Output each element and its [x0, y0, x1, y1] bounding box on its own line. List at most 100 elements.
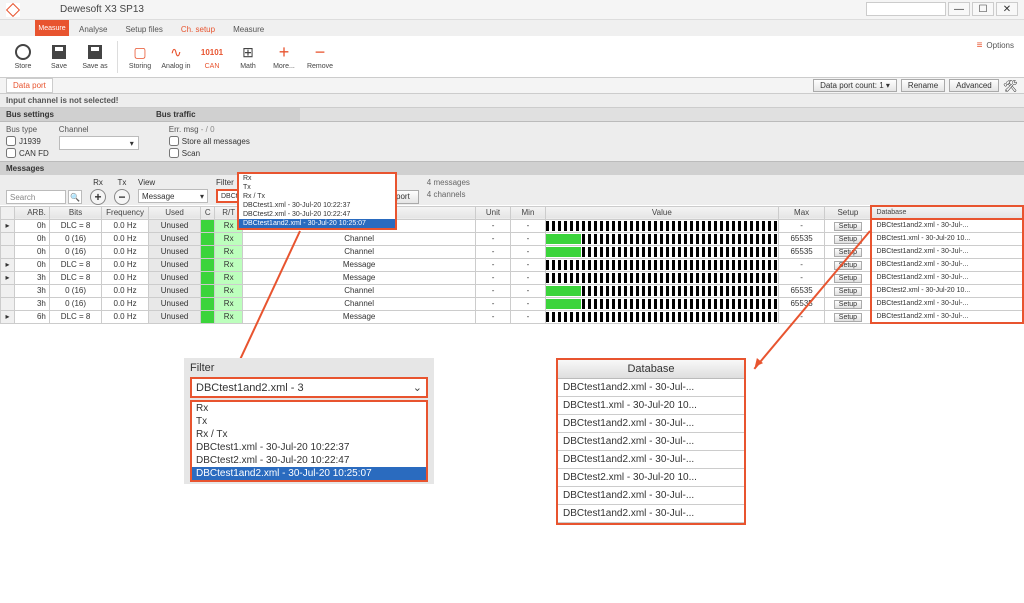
col-arb[interactable]: ARB. [14, 206, 49, 219]
close-button[interactable]: ✕ [996, 2, 1018, 16]
search-icon[interactable]: 🔍 [68, 190, 82, 204]
minimize-button[interactable]: — [948, 2, 970, 16]
col-min[interactable]: Min [510, 206, 545, 219]
col-max[interactable]: Max [778, 206, 825, 219]
save-as-button[interactable]: Save as [78, 38, 112, 76]
canfd-checkbox[interactable] [6, 148, 16, 158]
maximize-button[interactable]: ☐ [972, 2, 994, 16]
math-button[interactable]: ⊞Math [231, 38, 265, 76]
data-port-count-select[interactable]: Data port count: 1 ▾ [813, 79, 897, 92]
storing-button[interactable]: ▢Storing [123, 38, 157, 76]
zoom-filter-select[interactable]: DBCtest1and2.xml - 3⌄ [190, 377, 428, 398]
bus-type-label: Bus type [6, 125, 49, 134]
tab-measure-active[interactable]: Measure [35, 20, 69, 36]
rt-cell[interactable]: Rx [215, 245, 243, 258]
zoom-filter-item[interactable]: DBCtest1.xml - 30-Jul-20 10:22:37 [192, 441, 426, 454]
data-port-tab[interactable]: Data port [6, 78, 53, 93]
color-cell[interactable] [201, 258, 215, 271]
bus-settings-header: Bus settings [0, 108, 150, 121]
advanced-button[interactable]: Advanced [949, 79, 999, 92]
filter-option[interactable]: DBCtest1.xml - 30-Jul-20 10:22:37 [239, 201, 395, 210]
store-button[interactable]: Store [6, 38, 40, 76]
col-database[interactable]: Database [871, 206, 1023, 219]
used-toggle[interactable]: Unused [148, 232, 200, 245]
table-row[interactable]: ▸ 3h DLC = 8 0.0 Hz Unused Rx Message - … [1, 271, 1024, 284]
color-cell[interactable] [201, 297, 215, 310]
color-cell[interactable] [201, 271, 215, 284]
color-cell[interactable] [201, 219, 215, 232]
col-c[interactable]: C [201, 206, 215, 219]
used-toggle[interactable]: Unused [148, 219, 200, 232]
zoom-db-cell: DBCtest1.xml - 30-Jul-20 10... [558, 397, 744, 415]
titlebar-search-input[interactable] [866, 2, 946, 16]
minus-icon: − [311, 43, 329, 61]
filter-dropdown-list[interactable]: Rx Tx Rx / Tx DBCtest1.xml - 30-Jul-20 1… [237, 172, 397, 230]
used-toggle[interactable]: Unused [148, 284, 200, 297]
setup-button: Setup [834, 287, 862, 296]
col-setup[interactable]: Setup [825, 206, 872, 219]
search-input[interactable]: Search [6, 190, 66, 204]
analog-in-button[interactable]: ∿Analog in [159, 38, 193, 76]
channel-select[interactable]: ▾ [59, 136, 139, 150]
rt-cell[interactable]: Rx [215, 271, 243, 284]
save-icon [52, 45, 66, 59]
remove-button[interactable]: −Remove [303, 38, 337, 76]
add-rx-button[interactable]: + [90, 189, 106, 205]
used-toggle[interactable]: Unused [148, 245, 200, 258]
filter-option[interactable]: Rx / Tx [239, 192, 395, 201]
zoom-db-cell: DBCtest1and2.xml - 30-Jul-... [558, 451, 744, 469]
col-bits[interactable]: Bits [49, 206, 101, 219]
col-value[interactable]: Value [545, 206, 778, 219]
rt-cell[interactable]: Rx [215, 284, 243, 297]
table-row[interactable]: ▸ 0h DLC = 8 0.0 Hz Unused Rx Message - … [1, 258, 1024, 271]
options-link[interactable]: Options [977, 40, 1014, 51]
color-cell[interactable] [201, 310, 215, 323]
zoom-filter-item[interactable]: Tx [192, 415, 426, 428]
filter-option[interactable]: Rx [239, 174, 395, 183]
used-toggle[interactable]: Unused [148, 258, 200, 271]
col-unit[interactable]: Unit [476, 206, 511, 219]
table-row[interactable]: 0h 0 (16) 0.0 Hz Unused Rx Channel - - 6… [1, 245, 1024, 258]
color-cell[interactable] [201, 245, 215, 258]
filter-option[interactable]: Tx [239, 183, 395, 192]
used-toggle[interactable]: Unused [148, 297, 200, 310]
zoom-filter-item[interactable]: Rx [192, 402, 426, 415]
view-select[interactable]: Message▾ [138, 189, 208, 203]
more-button[interactable]: +More... [267, 38, 301, 76]
table-row[interactable]: 3h 0 (16) 0.0 Hz Unused Rx Channel - - 6… [1, 297, 1024, 310]
rt-cell[interactable]: Rx [215, 297, 243, 310]
tab-setup-files[interactable]: Setup files [121, 23, 166, 36]
sub-bar: Data port Data port count: 1 ▾ Rename Ad… [0, 78, 1024, 94]
color-cell[interactable] [201, 284, 215, 297]
save-button[interactable]: Save [42, 38, 76, 76]
remove-tx-button[interactable]: − [114, 189, 130, 205]
can-button[interactable]: 10101CAN [195, 38, 229, 76]
used-toggle[interactable]: Unused [148, 271, 200, 284]
wave-icon: ∿ [167, 43, 185, 61]
rt-cell[interactable]: Rx [215, 310, 243, 323]
tab-measure[interactable]: Measure [229, 23, 268, 36]
store-all-checkbox[interactable] [169, 136, 179, 146]
database-cell: DBCtest1and2.xml - 30-Jul-... [871, 310, 1023, 323]
scan-checkbox[interactable] [169, 148, 179, 158]
zoom-filter-item[interactable]: DBCtest2.xml - 30-Jul-20 10:22:47 [192, 454, 426, 467]
j1939-checkbox[interactable] [6, 136, 16, 146]
col-freq[interactable]: Frequency [102, 206, 149, 219]
zoom-filter-item[interactable]: Rx / Tx [192, 428, 426, 441]
used-toggle[interactable]: Unused [148, 310, 200, 323]
wrench-icon[interactable]: 🛠 [1003, 79, 1018, 93]
rt-cell[interactable]: Rx [215, 258, 243, 271]
color-cell[interactable] [201, 232, 215, 245]
filter-option[interactable]: DBCtest2.xml - 30-Jul-20 10:22:47 [239, 210, 395, 219]
rename-button[interactable]: Rename [901, 79, 945, 92]
zoom-filter-item-selected[interactable]: DBCtest1and2.xml - 30-Jul-20 10:25:07 [192, 467, 426, 480]
rt-cell[interactable]: Rx [215, 232, 243, 245]
table-row[interactable]: 3h 0 (16) 0.0 Hz Unused Rx Channel - - 6… [1, 284, 1024, 297]
table-row[interactable]: 0h 0 (16) 0.0 Hz Unused Rx Channel - - 6… [1, 232, 1024, 245]
table-row[interactable]: ▸ 6h DLC = 8 0.0 Hz Unused Rx Message - … [1, 310, 1024, 323]
filter-option-selected[interactable]: DBCtest1and2.xml - 30-Jul-20 10:25:07 [239, 219, 395, 228]
tab-analyse[interactable]: Analyse [75, 23, 111, 36]
col-used[interactable]: Used [148, 206, 200, 219]
app-title: Dewesoft X3 SP13 [60, 4, 144, 15]
tab-ch-setup[interactable]: Ch. setup [177, 23, 219, 36]
